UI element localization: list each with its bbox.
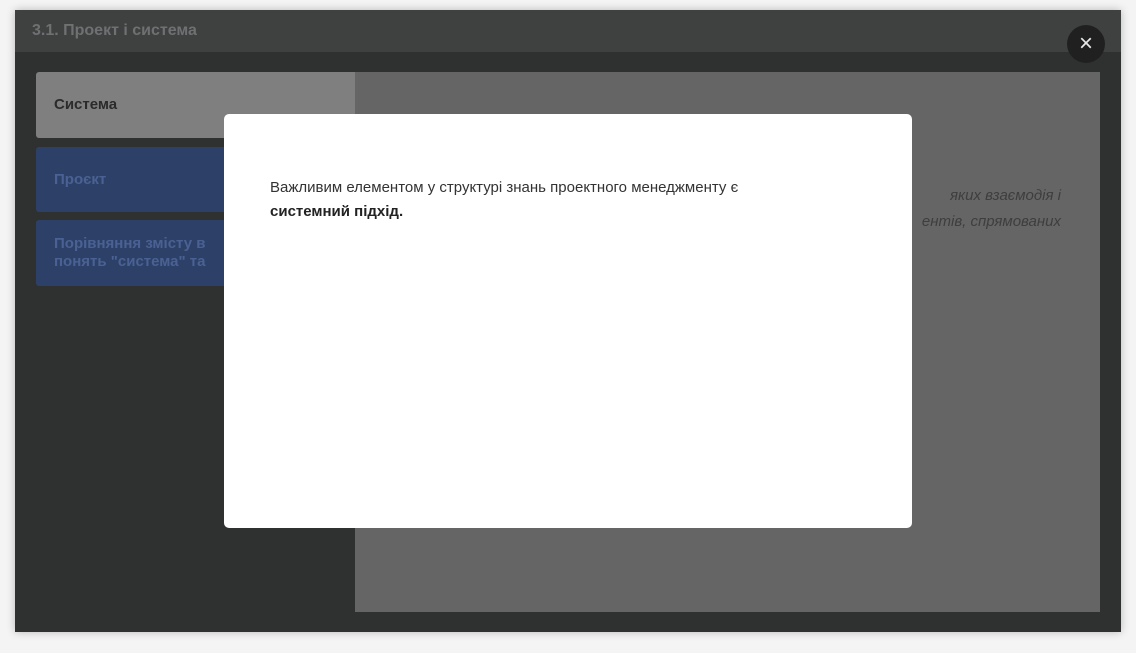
modal-text-normal: Важливим елементом у структурі знань про…: [270, 179, 739, 196]
close-icon: ×: [1078, 30, 1093, 57]
modal-text-bold: системний підхід.: [270, 203, 404, 220]
title-bar: 3.1. Проект і система: [15, 10, 1121, 52]
modal-dialog: Важливим елементом у структурі знань про…: [224, 114, 912, 528]
modal-text: Важливим елементом у структурі знань про…: [270, 176, 860, 224]
page-title: 3.1. Проект і система: [32, 22, 197, 39]
close-button[interactable]: ×: [1067, 25, 1105, 63]
